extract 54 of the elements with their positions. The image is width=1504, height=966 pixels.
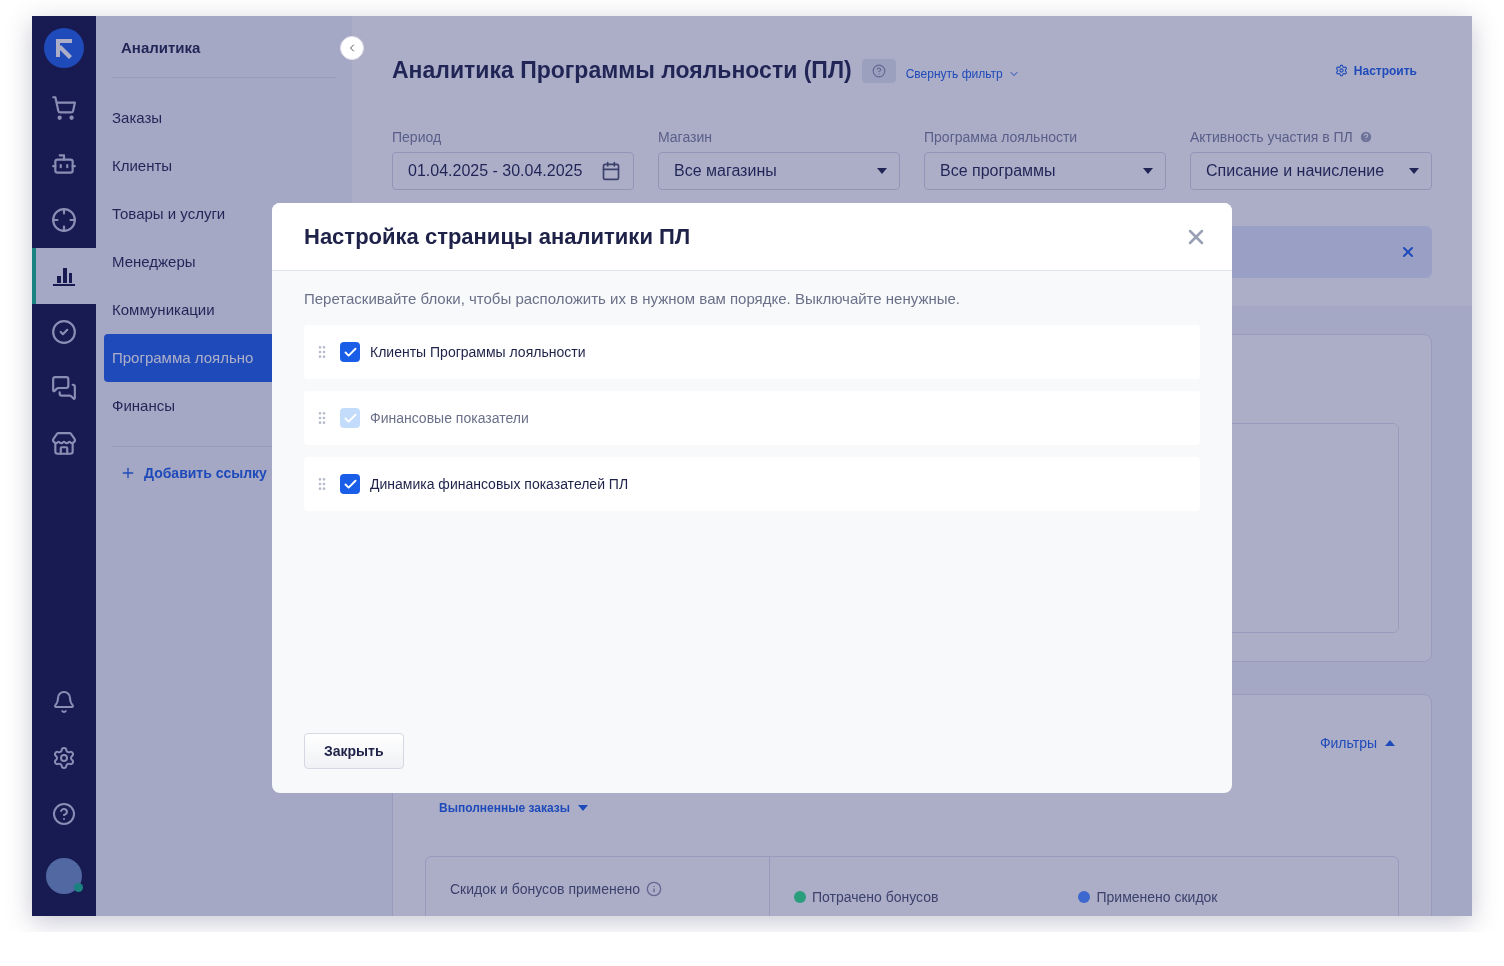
add-link-label: Добавить ссылку [144,465,267,481]
calendar-icon [601,161,621,181]
select-field[interactable]: Все магазины [658,152,900,190]
plus-icon [120,465,136,481]
legend-label: Применено скидок [1096,889,1218,905]
filter-label: Активность участия в ПЛ [1190,129,1353,145]
sidebar-item[interactable]: Клиенты [104,142,336,190]
caret-icon [1409,168,1419,174]
block-row[interactable]: Клиенты Программы лояльности [304,325,1200,379]
collapse-filter-link[interactable]: Свернуть фильтр [905,66,1020,81]
settings-icon [52,746,76,770]
check-circle-icon [51,319,77,345]
cart-icon [51,95,77,121]
block-label: Финансовые показатели [370,410,529,426]
help-icon [871,63,886,78]
date-field[interactable]: 01.04.2025 - 30.04.2025 [392,152,634,190]
rail-item[interactable] [32,248,96,304]
summary-label: Скидок и бонусов применено [450,881,641,897]
chat-icon [51,375,77,401]
checkbox[interactable] [340,342,360,362]
help-icon [52,802,76,826]
info-icon [646,881,663,897]
page-title: Аналитика Программы лояльности (ПЛ) [392,57,852,84]
close-icon[interactable] [1400,244,1416,260]
caret-icon [1385,740,1395,746]
avatar[interactable] [46,858,82,894]
filter-label: Период [392,129,442,145]
filter-label: Программа лояльности [924,129,1078,145]
crosshair-icon [51,207,77,233]
modal-title: Настройка страницы аналитики ПЛ [304,223,691,250]
store-icon [51,431,77,457]
block-row[interactable]: Динамика финансовых показателей ПЛ [304,457,1200,511]
caret-icon [1143,168,1153,174]
caret-icon [578,805,588,811]
robot-icon [51,151,77,177]
block-label: Клиенты Программы лояльности [370,344,586,360]
close-modal-button[interactable]: Закрыть [304,733,404,769]
modal-hint: Перетаскивайте блоки, чтобы расположить их в нужном вам порядке. Выключайте ненужные. [304,290,961,307]
bell-icon [52,690,76,714]
legend-label: Потрачено бонусов [812,889,939,905]
gear-icon [1334,64,1348,77]
settings-link[interactable]: Настроить [1334,63,1417,78]
select-field[interactable]: Все программы [924,152,1166,190]
filter-label: Магазин [658,129,712,145]
orders-dropdown[interactable]: Выполненные заказы [439,801,588,815]
checkbox[interactable] [340,474,360,494]
sidebar-title: Аналитика [112,16,336,78]
filters-toggle[interactable]: Фильтры [1319,735,1395,751]
logo-icon[interactable] [44,28,84,68]
block-label: Динамика финансовых показателей ПЛ [370,476,629,492]
caret-icon [877,168,887,174]
bar-chart-icon [52,265,76,287]
select-field[interactable]: Списание и начисление [1190,152,1432,190]
sidebar-item[interactable]: Заказы [104,94,336,142]
